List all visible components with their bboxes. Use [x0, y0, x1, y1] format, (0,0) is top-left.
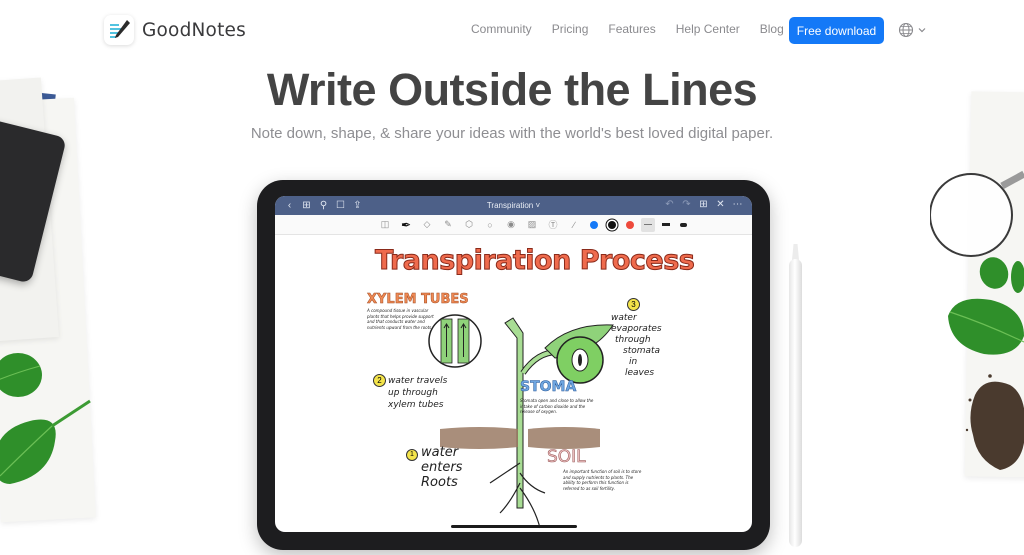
brand-logo[interactable]: GoodNotes — [104, 15, 246, 45]
nav-link-community[interactable]: Community — [471, 22, 532, 36]
note-title: Transpiration Process — [374, 245, 695, 277]
hero-subtitle: Note down, shape, & share your ideas wit… — [250, 125, 774, 142]
xylem-heading: XYLEM TUBES — [367, 292, 469, 308]
stroke-medium-button[interactable] — [659, 218, 673, 232]
close-icon[interactable]: ✕ — [712, 199, 729, 210]
stroke-thin-button[interactable] — [640, 217, 655, 232]
undo-icon[interactable]: ↶ — [661, 199, 678, 210]
nav-link-help-center[interactable]: Help Center — [676, 22, 740, 36]
add-page-icon[interactable]: ⊞ — [695, 199, 712, 210]
nav-link-blog[interactable]: Blog — [760, 22, 784, 36]
soil-pile-icon — [965, 374, 1024, 470]
more-icon[interactable]: ⋯ — [729, 199, 746, 210]
stoma-heading: STOMA — [520, 379, 577, 396]
step1-text: water enters Roots — [421, 445, 462, 490]
color-swatch-black[interactable] — [607, 220, 616, 229]
spinach-leaf-icon — [979, 257, 1024, 293]
highlighter-icon[interactable]: ✎ — [440, 218, 457, 232]
globe-icon — [898, 22, 914, 38]
chevron-down-icon — [918, 28, 926, 33]
hero-title: Write Outside the Lines — [266, 64, 758, 115]
step2-line: xylem tubes — [388, 400, 444, 410]
step3-badge: 3 — [627, 298, 640, 311]
step1-line: enters — [421, 460, 463, 475]
free-download-button[interactable]: Free download — [789, 17, 884, 44]
app-topbar: ‹ ⊞ ⚲ ☐ ⇪ Transpiration ˅ ↶ ↷ ⊞ ✕ ⋯ — [275, 196, 752, 215]
brand-name: GoodNotes — [142, 19, 246, 41]
step3-line: through — [615, 335, 651, 345]
step2-text: water travels up through xylem tubes — [388, 375, 447, 411]
step3-line: leaves — [625, 368, 655, 378]
stylus-pencil-icon — [789, 244, 802, 547]
laser-icon[interactable]: ∕ — [566, 218, 583, 232]
step2-line: water travels — [388, 376, 448, 386]
magnifying-glass-icon — [930, 170, 1024, 257]
color-swatch-blue[interactable] — [589, 220, 598, 229]
step2-line: up through — [388, 388, 438, 398]
note-canvas[interactable]: Transpiration Process XYLEM TUBES A comp… — [275, 235, 752, 532]
stroke-thick-button[interactable] — [677, 218, 691, 232]
redo-icon[interactable]: ↷ — [678, 199, 695, 210]
ipad-device: ‹ ⊞ ⚲ ☐ ⇪ Transpiration ˅ ↶ ↷ ⊞ ✕ ⋯ ◫ ✒ … — [257, 180, 770, 550]
home-indicator — [451, 525, 577, 528]
top-nav: GoodNotes Community Pricing Features Hel… — [0, 0, 1024, 62]
text-icon[interactable]: Ⓣ — [545, 218, 562, 232]
nav-link-pricing[interactable]: Pricing — [552, 22, 589, 36]
lasso-icon[interactable]: ○ — [482, 218, 499, 232]
back-icon[interactable]: ‹ — [281, 200, 298, 211]
step3-line: water — [611, 313, 637, 323]
document-title-text: Transpiration — [486, 201, 534, 210]
step3-line: stomata — [623, 346, 661, 356]
eraser-icon[interactable]: ◇ — [419, 218, 436, 232]
goodnotes-logo-icon — [104, 15, 134, 45]
step1-line: Roots — [421, 475, 458, 490]
topbar-right-actions: ↶ ↷ ⊞ ✕ ⋯ — [661, 199, 746, 210]
sticker-icon[interactable]: ◉ — [503, 218, 520, 232]
stoma-cross-section-illustration — [556, 336, 604, 384]
stoma-description: Stomata open and close to allow the inta… — [520, 398, 594, 414]
xylem-cross-section-illustration — [428, 314, 482, 368]
drawing-toolbar: ◫ ✒ ◇ ✎ ⬡ ○ ◉ ▨ Ⓣ ∕ — [275, 215, 752, 235]
search-icon[interactable]: ⚲ — [315, 200, 332, 211]
nav-link-features[interactable]: Features — [608, 22, 655, 36]
sidebar-icon[interactable]: ◫ — [377, 218, 394, 232]
spinach-leaf-icon — [948, 298, 1024, 355]
color-swatch-red[interactable] — [625, 220, 634, 229]
step3-line: evaporates — [611, 324, 662, 334]
language-selector[interactable] — [898, 22, 926, 38]
pen-icon[interactable]: ✒ — [398, 218, 415, 232]
step3-line: in — [629, 357, 638, 367]
soil-description: An important function of soil is to stor… — [563, 469, 642, 491]
chevron-down-icon: ˅ — [535, 201, 541, 210]
soil-heading: SOIL — [547, 447, 586, 468]
app-screen: ‹ ⊞ ⚲ ☐ ⇪ Transpiration ˅ ↶ ↷ ⊞ ✕ ⋯ ◫ ✒ … — [275, 196, 752, 532]
image-icon[interactable]: ▨ — [524, 218, 541, 232]
bookmark-icon[interactable]: ☐ — [332, 200, 349, 211]
step3-text: water evaporates through stomata in leav… — [611, 313, 662, 379]
nav-links: Community Pricing Features Help Center B… — [471, 22, 804, 36]
share-icon[interactable]: ⇪ — [349, 200, 366, 211]
spinach-leaf-icon — [0, 353, 42, 397]
step2-badge: 2 — [373, 374, 386, 387]
step1-badge: 1 — [406, 449, 418, 461]
shapes-icon[interactable]: ⬡ — [461, 218, 478, 232]
xylem-description: A compound tissue in vascular plants tha… — [367, 308, 434, 330]
step1-line: water — [421, 445, 459, 460]
grid-icon[interactable]: ⊞ — [298, 200, 315, 211]
spinach-leaf-icon — [0, 399, 91, 484]
